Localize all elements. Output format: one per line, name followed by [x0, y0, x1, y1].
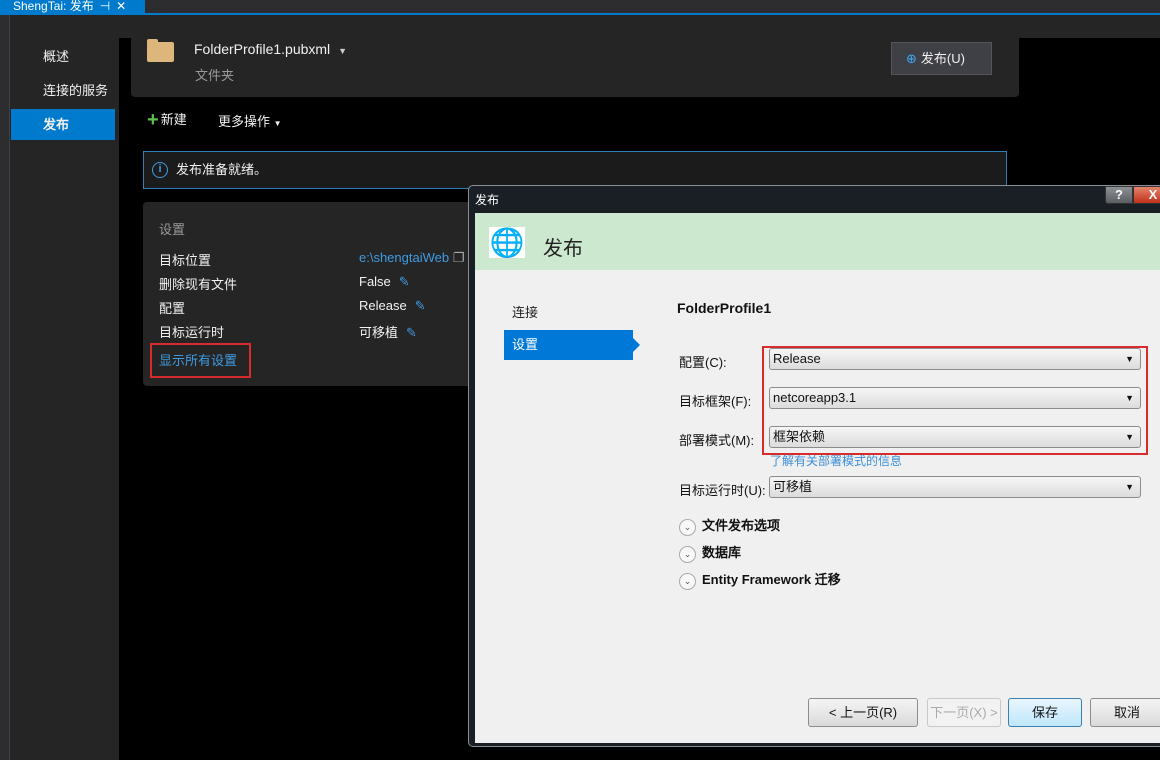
next-button[interactable]: 下一页(X) >	[927, 698, 1001, 727]
profile-name: FolderProfile1.pubxml	[194, 41, 331, 57]
target-runtime-select[interactable]: 可移植 ▼	[769, 476, 1141, 498]
setting-label: 删除现有文件	[159, 277, 238, 292]
info-message: 发布准备就绪。	[176, 162, 268, 177]
setting-label: 目标位置	[159, 253, 212, 268]
globe-icon: ⊕	[906, 51, 917, 66]
document-tab[interactable]: ShengTai: 发布 ⊣ ✕	[0, 0, 145, 14]
highlight-box	[762, 346, 1148, 455]
dialog-header-title: 发布	[543, 238, 583, 260]
target-location-link[interactable]: e:\shengtaiWeb ❐	[359, 250, 464, 266]
dropdown-arrow-icon: ▼	[1125, 482, 1134, 492]
profile-name-heading: FolderProfile1	[677, 300, 772, 316]
chevron-down-icon: ⌄	[679, 546, 696, 563]
plus-icon: +	[147, 109, 159, 131]
setting-label: 配置	[159, 301, 186, 316]
sidebar-item-connected-services[interactable]: 连接的服务	[11, 75, 115, 106]
save-button[interactable]: 保存	[1008, 698, 1082, 727]
sidebar: 概述 连接的服务 发布	[10, 15, 119, 760]
dialog-close-button[interactable]: X	[1133, 186, 1160, 204]
section-databases[interactable]: ⌄ 数据库	[679, 542, 741, 563]
publish-button-label: 发布(U)	[920, 51, 965, 66]
chevron-down-icon: ▼	[273, 119, 282, 128]
field-label: 配置(C):	[679, 355, 727, 370]
publish-button[interactable]: ⊕ 发布(U)	[891, 42, 992, 75]
section-label: 数据库	[702, 545, 742, 560]
help-button[interactable]: ?	[1105, 186, 1133, 204]
profile-card: FolderProfile1.pubxml ▼ 文件夹 ⊕ 发布(U)	[131, 38, 1019, 97]
setting-value: False	[359, 274, 391, 289]
globe-publish-icon: 🌐	[489, 227, 525, 258]
tab-title: ShengTai: 发布	[13, 0, 94, 13]
field-label: 目标运行时(U):	[679, 483, 766, 498]
chevron-down-icon: ⌄	[679, 573, 696, 590]
learn-deployment-mode-link[interactable]: 了解有关部署模式的信息	[770, 452, 902, 469]
more-label: 更多操作	[218, 114, 271, 129]
info-icon: i	[152, 162, 168, 178]
setting-value: 可移植	[359, 325, 399, 340]
pin-icon[interactable]: ⊣	[100, 0, 110, 13]
section-label: 文件发布选项	[702, 518, 781, 533]
pencil-icon[interactable]: ✎	[415, 298, 426, 313]
prev-button[interactable]: < 上一页(R)	[808, 698, 918, 727]
sidebar-item-publish[interactable]: 发布	[11, 109, 115, 140]
pencil-icon[interactable]: ✎	[399, 274, 410, 289]
dialog-body: 🌐 发布 连接 设置 FolderProfile1 配置(C): Release…	[475, 213, 1160, 743]
chevron-down-icon: ▼	[338, 46, 348, 56]
close-icon[interactable]: ✕	[116, 0, 126, 13]
new-label: 新建	[160, 112, 187, 127]
setting-label: 目标运行时	[159, 325, 225, 340]
select-value: 可移植	[773, 479, 813, 494]
setting-value: e:\shengtaiWeb	[359, 250, 450, 265]
field-label: 部署模式(M):	[679, 433, 755, 448]
section-ef-migrations[interactable]: ⌄ Entity Framework 迁移	[679, 569, 841, 590]
dialog-header: 🌐 发布	[475, 213, 1160, 270]
section-label: Entity Framework 迁移	[702, 572, 841, 587]
sidebar-item-overview[interactable]: 概述	[11, 41, 115, 72]
publish-dialog: 发布 ? X 🌐 发布 连接 设置 FolderProfile1 配置(C): …	[468, 185, 1160, 747]
dialog-nav-connection[interactable]: 连接	[504, 298, 633, 328]
settings-heading: 设置	[159, 222, 186, 237]
field-label: 目标框架(F):	[679, 394, 752, 409]
new-button[interactable]: + 新建	[147, 109, 187, 132]
show-all-settings-link[interactable]: 显示所有设置	[150, 343, 251, 378]
copy-icon[interactable]: ❐	[453, 250, 465, 265]
profile-type: 文件夹	[195, 68, 235, 83]
chevron-down-icon: ⌄	[679, 519, 696, 536]
section-file-publish-options[interactable]: ⌄ 文件发布选项	[679, 515, 780, 536]
header-band	[10, 15, 1160, 38]
cancel-button[interactable]: 取消	[1090, 698, 1160, 727]
setting-value: Release	[359, 298, 407, 313]
title-strip	[0, 0, 1160, 14]
folder-icon	[147, 39, 174, 62]
pencil-icon[interactable]: ✎	[406, 325, 417, 340]
left-edge	[0, 15, 10, 760]
dialog-nav-settings[interactable]: 设置	[504, 330, 640, 360]
profile-selector[interactable]: FolderProfile1.pubxml ▼	[194, 41, 347, 57]
info-bar: i 发布准备就绪。	[143, 151, 1007, 189]
dialog-title: 发布	[475, 193, 500, 207]
more-actions-button[interactable]: 更多操作 ▼	[218, 111, 282, 130]
